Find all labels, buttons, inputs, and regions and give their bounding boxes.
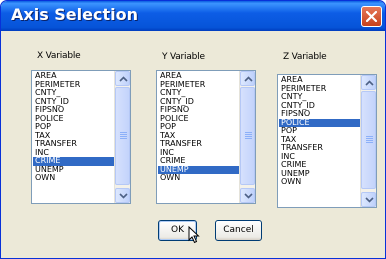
x-variable-label: X Variable (37, 51, 81, 61)
list-item[interactable]: UNEMP (279, 170, 360, 179)
list-item[interactable]: POP (158, 123, 239, 132)
window-title: Axis Selection (11, 5, 138, 24)
scroll-down-button[interactable] (240, 188, 255, 203)
y-variable-label: Y Variable (162, 52, 205, 62)
list-item[interactable]: FIPSNO (158, 106, 239, 115)
list-item[interactable]: INC (158, 149, 239, 158)
dialog-body: X Variable Y Variable Z Variable AREA PER… (5, 31, 381, 256)
z-variable-items: AREA PERIMETER CNTY_ CNTY_ID FIPSNO POLICE POP… (279, 76, 360, 187)
chevron-down-icon (119, 193, 128, 199)
chevron-up-icon (365, 80, 374, 86)
z-variable-listbox[interactable]: AREA PERIMETER CNTY_ CNTY_ID FIPSNO POLICE POP… (277, 74, 377, 208)
z-scrollbar[interactable] (360, 75, 376, 207)
mouse-cursor-icon (188, 226, 200, 244)
list-item[interactable]: AREA (158, 72, 239, 81)
list-item[interactable]: OWN (158, 174, 239, 183)
list-item[interactable]: OWN (33, 174, 114, 183)
list-item-selected[interactable]: CRIME (33, 157, 114, 166)
list-item[interactable]: TAX (33, 132, 114, 141)
scroll-up-button[interactable] (115, 71, 130, 86)
x-variable-listbox[interactable]: AREA PERIMETER CNTY_ CNTY_ID FIPSNO POLICE POP… (31, 70, 131, 204)
list-item[interactable]: TAX (279, 136, 360, 145)
y-variable-items: AREA PERIMETER CNTY_ CNTY_ID FIPSNO POLICE POP… (158, 72, 239, 183)
scroll-thumb[interactable] (361, 91, 376, 189)
x-variable-items: AREA PERIMETER CNTY_ CNTY_ID FIPSNO POLICE POP… (33, 72, 114, 183)
close-icon (366, 11, 377, 22)
x-scrollbar[interactable] (114, 71, 130, 203)
list-item[interactable]: POLICE (33, 115, 114, 124)
list-item[interactable]: TRANSFER (158, 140, 239, 149)
axis-selection-dialog: Axis Selection X Variable Y Variable Z V… (0, 0, 386, 259)
chevron-up-icon (119, 76, 128, 82)
list-item[interactable]: FIPSNO (33, 106, 114, 115)
list-item[interactable]: CNTY_ID (279, 102, 360, 111)
scroll-down-button[interactable] (115, 188, 130, 203)
list-item[interactable]: AREA (279, 76, 360, 85)
list-item[interactable]: INC (33, 149, 114, 158)
list-item[interactable]: CNTY_ (279, 93, 360, 102)
list-item[interactable]: CNTY_ (158, 89, 239, 98)
scroll-down-button[interactable] (361, 192, 376, 207)
list-item[interactable]: PERIMETER (279, 85, 360, 94)
list-item-selected[interactable]: UNEMP (158, 165, 239, 174)
list-item[interactable]: POP (279, 127, 360, 136)
list-item[interactable]: TRANSFER (279, 144, 360, 153)
list-item[interactable]: INC (279, 153, 360, 162)
list-item[interactable]: POP (33, 123, 114, 132)
list-item[interactable]: AREA (33, 72, 114, 81)
list-item[interactable]: TAX (158, 132, 239, 141)
scroll-thumb[interactable] (115, 87, 130, 185)
list-item[interactable]: PERIMETER (158, 81, 239, 90)
list-item[interactable]: PERIMETER (33, 81, 114, 90)
list-item[interactable]: CRIME (279, 161, 360, 170)
chevron-down-icon (244, 193, 253, 199)
z-variable-label: Z Variable (283, 52, 327, 62)
chevron-up-icon (244, 76, 253, 82)
y-scrollbar[interactable] (239, 71, 255, 203)
list-item[interactable]: CRIME (158, 157, 239, 166)
close-button[interactable] (361, 6, 382, 27)
list-item[interactable]: TRANSFER (33, 140, 114, 149)
scroll-up-button[interactable] (361, 75, 376, 90)
scroll-thumb[interactable] (240, 87, 255, 185)
list-item[interactable]: CNTY_ID (158, 98, 239, 107)
list-item[interactable]: CNTY_ (33, 89, 114, 98)
list-item[interactable]: CNTY_ID (33, 98, 114, 107)
list-item[interactable]: POLICE (158, 115, 239, 124)
list-item[interactable]: OWN (279, 178, 360, 187)
y-variable-listbox[interactable]: AREA PERIMETER CNTY_ CNTY_ID FIPSNO POLICE POP… (156, 70, 256, 204)
cancel-button[interactable]: Cancel (215, 220, 262, 241)
list-item[interactable]: FIPSNO (279, 110, 360, 119)
title-bar[interactable]: Axis Selection (1, 1, 385, 31)
chevron-down-icon (365, 197, 374, 203)
scroll-up-button[interactable] (240, 71, 255, 86)
list-item[interactable]: UNEMP (33, 166, 114, 175)
list-item-selected[interactable]: POLICE (279, 118, 360, 127)
